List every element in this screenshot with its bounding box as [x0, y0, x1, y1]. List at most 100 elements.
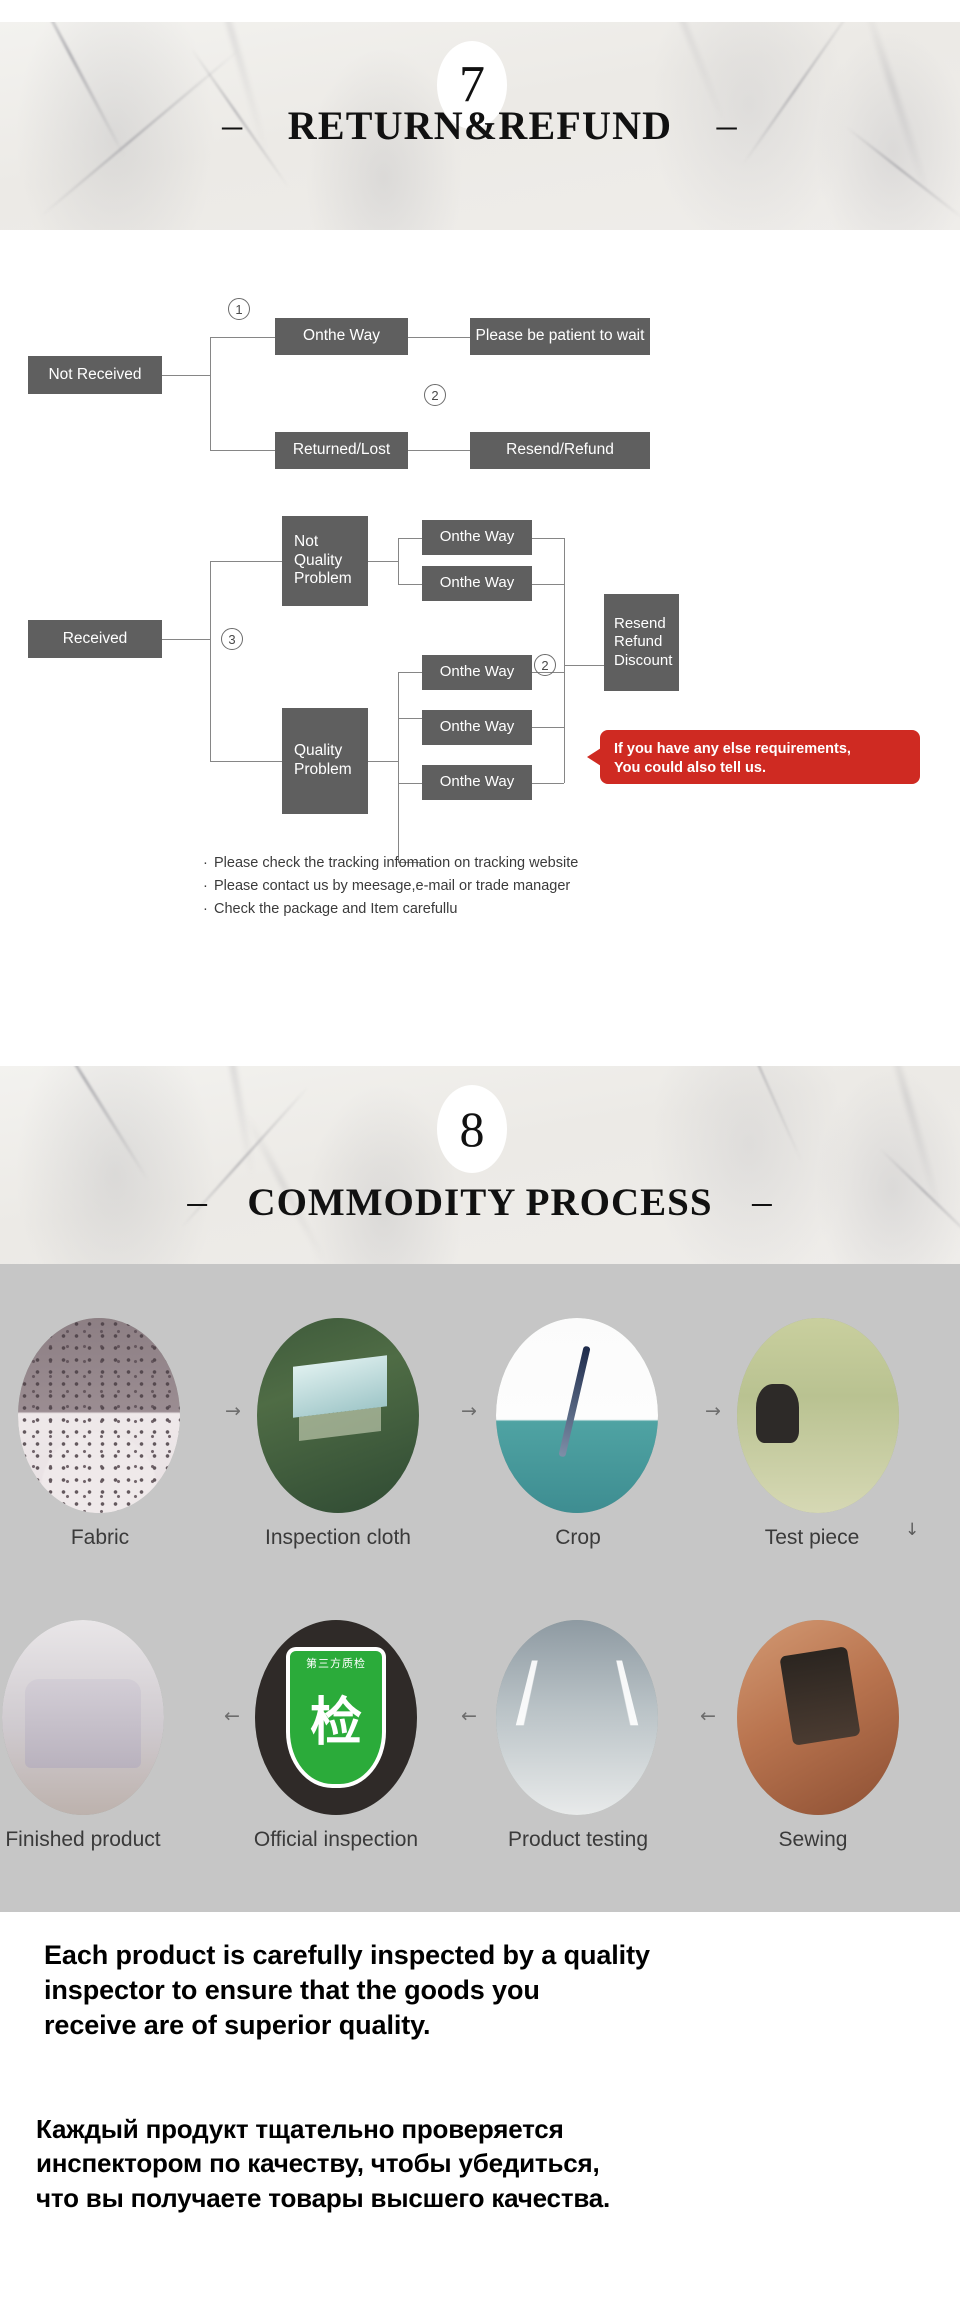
- flow2-cat2-step-3: Onthe Way: [422, 765, 532, 800]
- crop-image: [496, 1318, 658, 1513]
- process-photo-test-piece: [737, 1318, 899, 1513]
- connector-line: [532, 538, 564, 539]
- quality-statement-en-line1: Each product is carefully inspected by a…: [44, 1940, 650, 1970]
- process-photo-inspection-cloth: [257, 1318, 419, 1513]
- process-step-sewing: Sewing: [640, 1620, 899, 1870]
- flow2-outcome-line1: Resend: [614, 615, 666, 633]
- sewing-image: [737, 1620, 899, 1815]
- process-photo-finished-product: [2, 1620, 164, 1815]
- connector-line: [210, 761, 282, 762]
- process-step-finished-product: Finished product: [0, 1620, 178, 1870]
- quality-statement-ru-line1: Каждый продукт тщательно проверяется: [36, 2114, 564, 2144]
- shield-top-text: 第三方质检: [306, 1657, 366, 1671]
- flow2-cat2-step-2: Onthe Way: [422, 710, 532, 745]
- process-photo-official-inspection: 第三方质检 检: [255, 1620, 417, 1815]
- official-inspection-image: 第三方质检 检: [255, 1620, 417, 1815]
- section-title-8: – COMMODITY PROCESS –: [0, 1180, 960, 1229]
- section-number-badge-8: 8: [437, 1085, 507, 1173]
- fabric-image: [18, 1318, 180, 1513]
- connector-line: [162, 639, 210, 640]
- connector-line: [532, 727, 564, 728]
- marble-vein: [30, 1066, 150, 1182]
- quality-statement-english: Each product is carefully inspected by a…: [44, 1938, 924, 2043]
- note-item: · Please check the tracking infomation on…: [203, 852, 578, 875]
- process-label-test-piece: Test piece: [764, 1526, 860, 1549]
- process-step-test-piece: Test piece: [640, 1318, 899, 1568]
- connector-line: [210, 561, 282, 562]
- connector-line: [398, 584, 422, 585]
- flow2-cat1-step-2: Onthe Way: [422, 566, 532, 601]
- note-text: Please contact us by meesage,e-mail or t…: [214, 877, 571, 894]
- connector-line: [532, 783, 564, 784]
- connector-line: [210, 561, 211, 761]
- note-text: Please check the tracking infomation on …: [214, 855, 579, 871]
- connector-line: [368, 561, 398, 562]
- marble-vein: [707, 1066, 803, 1163]
- connector-line: [398, 672, 399, 783]
- process-arrow-down-icon: ↓: [905, 1520, 920, 1540]
- flow2-cat1-line1: Not: [294, 532, 319, 550]
- note-text: Check the package and Item carefullu: [214, 900, 458, 917]
- connector-line: [368, 761, 398, 762]
- title-dash-right: –: [752, 1179, 773, 1223]
- flow2-root-label: Received: [62, 629, 128, 647]
- flow2-cat2-line2: Problem: [294, 761, 352, 778]
- process-step-crop: Crop: [400, 1318, 658, 1568]
- quality-statement-russian: Каждый продукт тщательно проверяется инс…: [36, 2112, 936, 2215]
- flow2-cat1-step-1: Onthe Way: [422, 520, 532, 555]
- shield-glyph: 检: [309, 1693, 362, 1754]
- process-step-inspection-cloth: Inspection cloth: [162, 1318, 419, 1568]
- callout-line2: You could also tell us.: [614, 759, 767, 776]
- connector-line: [398, 538, 399, 584]
- flow2-merge-marker-label: 2: [541, 657, 549, 673]
- section-number-8: 8: [459, 1101, 485, 1157]
- flow2-merge-marker: 2: [534, 654, 556, 676]
- callout-line1: If you have any else requirements,: [614, 741, 851, 757]
- connector-line: [398, 783, 422, 784]
- note-item: · Check the package and Item carefullu: [203, 898, 578, 921]
- process-label-sewing: Sewing: [778, 1828, 848, 1851]
- note-bullet: ·: [203, 877, 208, 894]
- flow2-cat2-step-2-label: Onthe Way: [439, 718, 515, 736]
- connector-line: [532, 584, 564, 585]
- flow2-cat1-step-2-label: Onthe Way: [439, 574, 515, 592]
- quality-statement-en-line3: receive are of superior quality.: [44, 2010, 431, 2041]
- test-piece-image: [737, 1318, 899, 1513]
- flow2-outcome-line2: Refund: [614, 633, 663, 651]
- flow2-outcome-box: Resend Refund Discount: [604, 594, 679, 691]
- flow2-category-not-quality-problem: Not Quality Problem: [282, 516, 368, 606]
- section-title-text-8: COMMODITY PROCESS: [247, 1181, 713, 1224]
- flow2-cat2-line1: Quality: [294, 742, 343, 760]
- connector-line: [398, 672, 422, 673]
- flow2-root-marker-label: 3: [228, 631, 236, 647]
- flow2-category-quality-problem: Quality Problem: [282, 708, 368, 814]
- flow2-root-marker: 3: [221, 628, 243, 650]
- connector-line: [564, 665, 604, 666]
- inspection-cloth-image: [257, 1318, 419, 1513]
- flow2-cat1-step-1-label: Onthe Way: [439, 528, 515, 546]
- product-testing-image: [496, 1620, 658, 1815]
- flow2-cat2-step-1: Onthe Way: [422, 655, 532, 690]
- return-notes-list: · Please check the tracking infomation on…: [203, 852, 578, 921]
- process-photo-fabric: [18, 1318, 180, 1513]
- quality-statement-en-line2: inspector to ensure that the goods you: [44, 1975, 540, 2006]
- flow2-cat1-line3: Problem: [294, 570, 352, 588]
- flowchart-received: Received 3 Not Quality Problem Onthe Way…: [0, 0, 960, 863]
- flow2-cat2-step-3-label: Onthe Way: [439, 773, 515, 791]
- connector-line: [398, 718, 422, 719]
- process-step-product-testing: Product testing: [400, 1620, 658, 1870]
- flow2-outcome-line3: Discount: [614, 651, 673, 669]
- title-dash-left: –: [187, 1179, 208, 1223]
- process-photo-crop: [496, 1318, 658, 1513]
- process-label-finished-product: Finished product: [5, 1828, 161, 1851]
- flow2-callout-bubble: If you have any else requirements, You c…: [587, 730, 920, 784]
- flow2-cat2-step-1-label: Onthe Way: [439, 663, 515, 681]
- process-photo-product-testing: [496, 1620, 658, 1815]
- note-bullet: ·: [203, 900, 208, 917]
- connector-line: [564, 538, 565, 783]
- process-step-official-inspection: 第三方质检 检 Official inspection: [160, 1620, 418, 1870]
- flow2-cat1-line2: Quality: [294, 551, 343, 569]
- quality-statement-ru-line3: что вы получаете товары высшего качества…: [36, 2182, 611, 2213]
- flow2-root-box: Received: [28, 620, 162, 658]
- process-photo-sewing: [737, 1620, 899, 1815]
